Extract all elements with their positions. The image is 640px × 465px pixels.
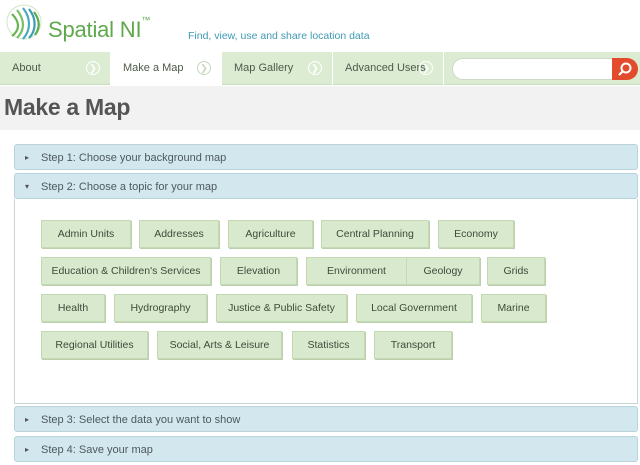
topic-button-environment[interactable]: Environment [306,257,407,285]
arrow-right-icon: ❯ [197,61,211,75]
topic-button-health[interactable]: Health [41,294,105,322]
topic-button-elevation[interactable]: Elevation [220,257,297,285]
nav-item-advanced-users[interactable]: Advanced Users ❯ [333,52,444,85]
caret-down-icon: ▾ [25,182,30,191]
nav-item-make-a-map[interactable]: Make a Map ❯ [111,52,222,85]
topic-button-justice-public-safety[interactable]: Justice & Public Safety [216,294,347,322]
topic-button-transport[interactable]: Transport [374,331,452,359]
site-header: Spatial NI™ Find, view, use and share lo… [0,0,640,52]
arrow-right-icon: ❯ [308,61,322,75]
nav-item-label: About [12,62,41,74]
step-label: Step 4: Save your map [41,444,153,456]
step-1-header[interactable]: ▸ Step 1: Choose your background map [14,144,638,170]
topic-button-statistics[interactable]: Statistics [292,331,365,359]
spatial-ni-logo-icon[interactable] [4,2,44,42]
brand-name[interactable]: Spatial NI™ [48,15,150,43]
search-input[interactable] [452,58,622,80]
topic-button-central-planning[interactable]: Central Planning [321,220,429,248]
caret-right-icon: ▸ [25,415,30,424]
nav-item-label: Make a Map [123,62,184,74]
topic-button-geology[interactable]: Geology [406,257,480,285]
nav-item-about[interactable]: About ❯ [0,52,111,85]
caret-right-icon: ▸ [25,445,30,454]
search-icon [618,62,632,76]
topic-button-social-arts-leisure[interactable]: Social, Arts & Leisure [157,331,282,359]
step-label: Step 1: Choose your background map [41,152,227,164]
nav-item-label: Advanced Users [345,62,426,74]
topic-button-marine[interactable]: Marine [481,294,546,322]
topic-button-grids[interactable]: Grids [487,257,545,285]
topic-button-admin-units[interactable]: Admin Units [41,220,131,248]
step-label: Step 2: Choose a topic for your map [41,181,218,193]
tagline: Find, view, use and share location data [188,30,370,42]
step-3-header[interactable]: ▸ Step 3: Select the data you want to sh… [14,406,638,432]
topic-button-agriculture[interactable]: Agriculture [228,220,313,248]
step-label: Step 3: Select the data you want to show [41,414,241,426]
nav-item-map-gallery[interactable]: Map Gallery ❯ [222,52,333,85]
topic-button-local-government[interactable]: Local Government [356,294,472,322]
topic-button-addresses[interactable]: Addresses [139,220,219,248]
topic-panel: Admin Units Addresses Agriculture Centra… [14,199,638,404]
search-box [452,58,638,80]
topic-button-regional-utilities[interactable]: Regional Utilities [41,331,148,359]
step-2-header[interactable]: ▾ Step 2: Choose a topic for your map [14,173,638,199]
caret-right-icon: ▸ [25,153,30,162]
page-title-bar: Make a Map [0,86,640,130]
topic-button-hydrography[interactable]: Hydrography [114,294,207,322]
nav-item-label: Map Gallery [234,62,294,74]
topic-button-economy[interactable]: Economy [438,220,514,248]
arrow-right-icon: ❯ [86,61,100,75]
page-title: Make a Map [4,94,131,120]
search-button[interactable] [612,58,638,80]
step-4-header[interactable]: ▸ Step 4: Save your map [14,436,638,462]
arrow-right-icon: ❯ [419,61,433,75]
topic-button-education[interactable]: Education & Children's Services [41,257,211,285]
